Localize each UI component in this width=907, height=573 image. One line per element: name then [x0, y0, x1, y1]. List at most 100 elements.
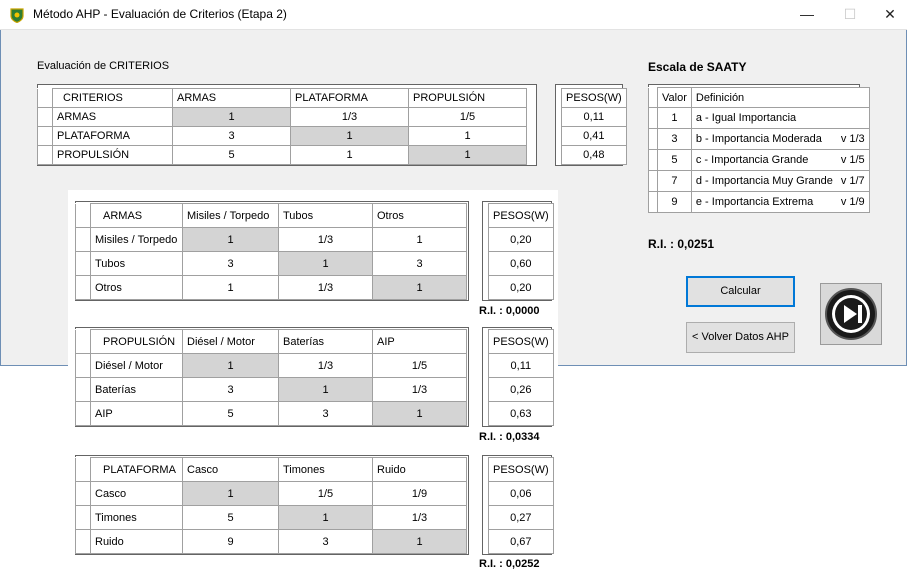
matrix-cell[interactable]: 3	[372, 251, 467, 276]
matrix-cell[interactable]: 1	[182, 275, 279, 300]
row-header	[75, 251, 91, 276]
criteria-weights-table: PESOS(W) 0,11 0,41 0,48	[561, 88, 627, 165]
row-header	[648, 149, 658, 171]
window-title: Método AHP - Evaluación de Criterios (Et…	[33, 7, 287, 21]
row-header	[75, 377, 91, 402]
row-header-corner	[75, 329, 91, 354]
armas-weights-grid: PESOS(W) 0,20 0,60 0,20	[482, 201, 554, 301]
matrix-cell[interactable]: 9	[182, 529, 279, 554]
col-header: PLATAFORMA	[290, 88, 409, 108]
close-button[interactable]: ✕	[880, 6, 900, 24]
matrix-cell[interactable]: 3	[278, 401, 373, 426]
col-header: ARMAS	[172, 88, 291, 108]
row-header	[648, 128, 658, 150]
matrix-cell[interactable]: 1/9	[372, 481, 467, 506]
calcular-button[interactable]: Calcular	[686, 276, 795, 307]
matrix-cell[interactable]: 3	[182, 377, 279, 402]
saaty-definition: d - Importancia Muy Grande	[690, 170, 837, 192]
matrix-cell[interactable]: 1/5	[372, 353, 467, 378]
row-label: Baterías	[90, 377, 183, 402]
row-header-corner	[37, 88, 53, 108]
matrix-cell[interactable]: 1/3	[278, 353, 373, 378]
row-header	[75, 275, 91, 300]
row-header	[75, 505, 91, 530]
propulsion-grid: PROPULSIÓN Diésel / Motor Baterías AIP D…	[75, 327, 469, 427]
col-header: Baterías	[278, 329, 373, 354]
matrix-cell[interactable]: 5	[172, 145, 291, 165]
saaty-value: 5	[657, 149, 692, 171]
row-label: Misiles / Torpedo	[90, 227, 183, 252]
section-title: Evaluación de CRITERIOS	[37, 60, 170, 72]
matrix-cell[interactable]: 5	[182, 505, 279, 530]
col-header: ARMAS	[90, 203, 183, 228]
col-header: Diésel / Motor	[182, 329, 279, 354]
matrix-cell[interactable]: 3	[182, 251, 279, 276]
matrix-cell[interactable]: 1	[278, 251, 373, 276]
matrix-cell[interactable]: 1/3	[278, 275, 373, 300]
matrix-cell[interactable]: 1	[278, 505, 373, 530]
matrix-cell[interactable]: 1	[290, 145, 409, 165]
row-header-corner	[648, 87, 658, 108]
weight-cell: 0,11	[561, 107, 627, 127]
matrix-cell[interactable]: 1	[372, 227, 467, 252]
weight-cell: 0,27	[488, 505, 554, 530]
col-header: PLATAFORMA	[90, 457, 183, 482]
matrix-cell[interactable]: 1	[372, 275, 467, 300]
col-header: AIP	[372, 329, 467, 354]
matrix-cell[interactable]: 1	[278, 377, 373, 402]
matrix-cell[interactable]: 1/3	[290, 107, 409, 127]
skip-forward-icon	[825, 288, 877, 340]
matrix-cell[interactable]: 1/5	[408, 107, 527, 127]
matrix-cell[interactable]: 1	[372, 401, 467, 426]
weights-header: PESOS(W)	[488, 457, 554, 482]
matrix-cell[interactable]: 1/3	[372, 505, 467, 530]
col-header: Timones	[278, 457, 373, 482]
plataforma-table: PLATAFORMA Casco Timones Ruido Casco 1 1…	[75, 457, 467, 554]
armas-grid: ARMAS Misiles / Torpedo Tubos Otros Misi…	[75, 201, 469, 301]
matrix-cell[interactable]: 1/5	[278, 481, 373, 506]
matrix-cell[interactable]: 1	[182, 353, 279, 378]
col-header: Ruido	[372, 457, 467, 482]
saaty-reciprocal: v 1/7	[836, 170, 870, 192]
row-label: Ruido	[90, 529, 183, 554]
matrix-cell[interactable]: 1	[182, 481, 279, 506]
matrix-cell[interactable]: 1	[290, 126, 409, 146]
weight-cell: 0,20	[488, 275, 554, 300]
weight-cell: 0,60	[488, 251, 554, 276]
minimize-button[interactable]: —	[797, 6, 817, 24]
row-header-corner	[75, 457, 91, 482]
row-label: Timones	[90, 505, 183, 530]
matrix-cell[interactable]: 1	[182, 227, 279, 252]
row-label: Tubos	[90, 251, 183, 276]
col-header: Definición	[690, 87, 870, 108]
matrix-cell[interactable]: 1/3	[372, 377, 467, 402]
matrix-cell[interactable]: 5	[182, 401, 279, 426]
row-label: AIP	[90, 401, 183, 426]
matrix-cell[interactable]: 3	[172, 126, 291, 146]
col-header: CRITERIOS	[52, 88, 173, 108]
col-header: Misiles / Torpedo	[182, 203, 279, 228]
row-header	[37, 107, 53, 127]
volver-datos-ahp-button[interactable]: < Volver Datos AHP	[686, 322, 795, 353]
saaty-value: 9	[657, 191, 692, 213]
row-header	[75, 481, 91, 506]
saaty-value: 3	[657, 128, 692, 150]
saaty-value: 7	[657, 170, 692, 192]
weight-cell: 0,26	[488, 377, 554, 402]
row-label: ARMAS	[52, 107, 173, 127]
plataforma-weights-grid: PESOS(W) 0,06 0,27 0,67	[482, 455, 554, 555]
matrix-cell[interactable]: 1/3	[278, 227, 373, 252]
matrix-cell[interactable]: 3	[278, 529, 373, 554]
matrix-cell[interactable]: 1	[408, 126, 527, 146]
matrix-cell[interactable]: 1	[172, 107, 291, 127]
weight-cell: 0,20	[488, 227, 554, 252]
matrix-cell[interactable]: 1	[372, 529, 467, 554]
maximize-button[interactable]: ☐	[840, 6, 860, 24]
col-header: Otros	[372, 203, 467, 228]
row-label: PLATAFORMA	[52, 126, 173, 146]
col-header: Valor	[657, 87, 692, 108]
next-button[interactable]	[820, 283, 882, 345]
matrix-cell[interactable]: 1	[408, 145, 527, 165]
row-label: Diésel / Motor	[90, 353, 183, 378]
criteria-table: CRITERIOS ARMAS PLATAFORMA PROPULSIÓN AR…	[37, 88, 527, 165]
